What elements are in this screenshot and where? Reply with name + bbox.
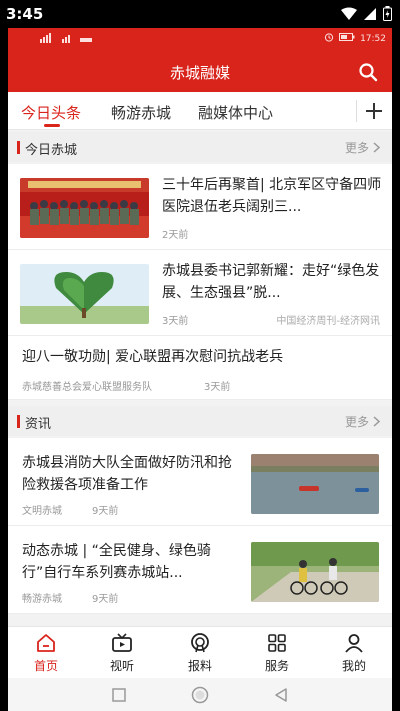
tabbar-item-profile[interactable]: 我的 [324, 631, 384, 674]
home-nav-button[interactable] [190, 685, 210, 705]
article-source: 文明赤城 [22, 506, 62, 517]
article-thumbnail [251, 542, 379, 602]
article-thumbnail [20, 264, 149, 324]
video-icon [92, 631, 152, 655]
section-header-news: 资讯 更多 [8, 406, 392, 436]
search-button[interactable] [356, 60, 380, 84]
tab-tour-chicheng[interactable]: 畅游赤城 [111, 102, 171, 123]
inner-status-bar: 17:52 [8, 28, 392, 48]
wifi-icon [341, 6, 357, 25]
channel-tabs: 今日头条 畅游赤城 融媒体中心 [8, 92, 392, 130]
alarm-icon [324, 32, 334, 45]
app-frame: 17:52 赤城融媒 今日头条 畅游赤城 融媒体中心 今日赤城 更多 三十年后再… [8, 28, 392, 711]
article-source: 赤城慈善总会爱心联盟服务队 [22, 382, 152, 393]
inner-battery-icon [339, 33, 355, 44]
tabbar-item-video[interactable]: 视听 [92, 631, 152, 674]
section-title: 资讯 [25, 417, 52, 432]
article-title: 赤城县消防大队全面做好防汛和抢险救援各项准备工作 [22, 455, 232, 493]
more-link[interactable]: 更多 [345, 139, 380, 156]
recent-apps-button[interactable] [109, 685, 129, 705]
list-item[interactable]: 赤城县消防大队全面做好防汛和抢险救援各项准备工作 文明赤城 9天前 [8, 438, 392, 526]
article-time: 3天前 [162, 316, 189, 327]
list-item[interactable]: 迎八一敬功勋| 爱心联盟再次慰问抗战老兵 赤城慈善总会爱心联盟服务队 3天前 [8, 336, 392, 400]
chevron-right-icon [373, 142, 380, 153]
active-tab-indicator [44, 124, 60, 127]
plus-icon [366, 103, 382, 119]
battery-icon [383, 6, 392, 25]
signal-icon [363, 6, 377, 25]
more-link[interactable]: 更多 [345, 413, 380, 430]
square-icon [112, 688, 126, 702]
search-icon [359, 63, 378, 82]
article-thumbnail [20, 178, 149, 238]
triangle-back-icon [275, 688, 287, 702]
section-title: 今日赤城 [25, 143, 78, 158]
article-title: 赤城县委书记郭新耀：走好“绿色发展、生态强县”脱... [162, 263, 380, 301]
section-header-today: 今日赤城 更多 [8, 132, 392, 162]
chevron-right-icon [373, 416, 380, 427]
article-title: 三十年后再聚首| 北京军区守备四师医院退伍老兵阔别三... [162, 177, 382, 215]
list-item[interactable]: 动态赤城 | “全民健身、绿色骑行”自行车系列赛赤城站... 畅游赤城 9天前 [8, 526, 392, 614]
status-bar: 3:45 [0, 0, 400, 28]
tabbar-item-home[interactable]: 首页 [16, 631, 76, 674]
article-title: 迎八一敬功勋| 爱心联盟再次慰问抗战老兵 [22, 349, 284, 365]
article-source: 畅游赤城 [22, 594, 62, 605]
tabbar-item-service[interactable]: 服务 [247, 631, 307, 674]
signal-bars-icon [40, 33, 94, 46]
tab-media-center[interactable]: 融媒体中心 [198, 102, 273, 123]
article-title: 动态赤城 | “全民健身、绿色骑行”自行车系列赛赤城站... [22, 543, 211, 581]
add-channel-button[interactable] [360, 96, 388, 126]
app-title: 赤城融媒 [169, 64, 230, 82]
tabbar-item-report[interactable]: 报料 [170, 631, 230, 674]
article-time: 9天前 [92, 594, 119, 605]
circle-icon [191, 686, 209, 704]
inner-status-time: 17:52 [360, 33, 386, 44]
article-time: 2天前 [162, 230, 189, 241]
home-icon [16, 631, 76, 655]
article-time: 3天前 [204, 382, 231, 393]
status-time: 3:45 [6, 5, 44, 23]
broadcast-icon [170, 631, 230, 655]
back-nav-button[interactable] [271, 685, 291, 705]
tab-divider [356, 100, 357, 122]
article-time: 9天前 [92, 506, 119, 517]
app-header: 17:52 赤城融媒 [8, 28, 392, 92]
grid-icon [247, 631, 307, 655]
list-item[interactable]: 三十年后再聚首| 北京军区守备四师医院退伍老兵阔别三... 2天前 [8, 164, 392, 250]
article-thumbnail [251, 454, 379, 514]
bottom-tab-bar: 首页 视听 报料 服务 我的 [8, 626, 392, 678]
tab-headlines[interactable]: 今日头条 [21, 102, 81, 123]
user-icon [324, 631, 384, 655]
article-source: 中国经济周刊-经济网讯 [276, 316, 380, 327]
system-nav-bar [8, 678, 392, 711]
list-item[interactable]: 赤城县委书记郭新耀：走好“绿色发展、生态强县”脱... 3天前 中国经济周刊-经… [8, 250, 392, 336]
